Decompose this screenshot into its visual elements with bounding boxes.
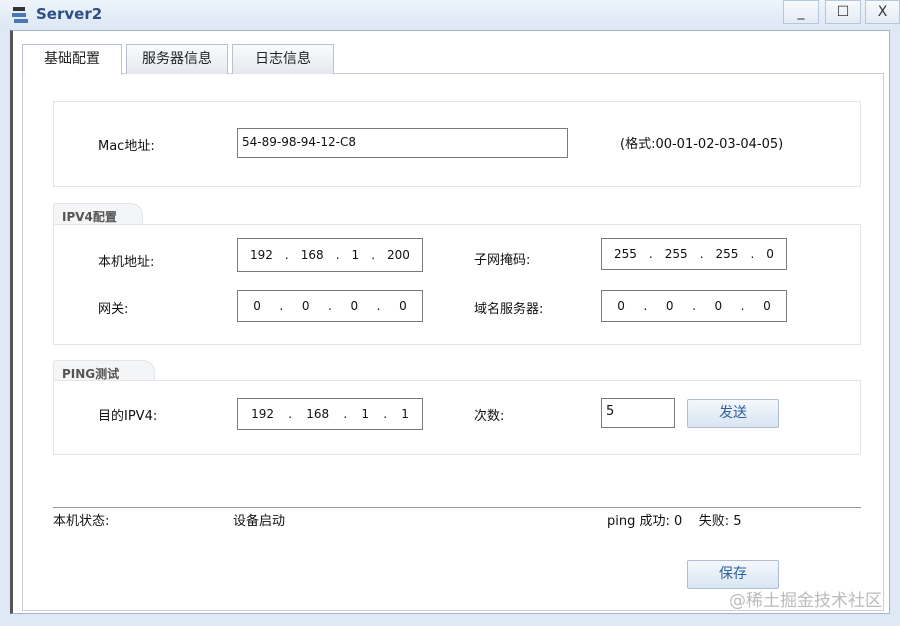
divider bbox=[53, 507, 861, 508]
target-ipv4-input[interactable]: 192. 168. 1. 1 bbox=[237, 398, 423, 430]
save-button[interactable]: 保存 bbox=[687, 560, 779, 589]
octet: 168 bbox=[300, 248, 324, 262]
octet: 255 bbox=[614, 247, 637, 261]
octet: 0 bbox=[766, 247, 774, 261]
octet: 1 bbox=[361, 407, 370, 421]
dot: . bbox=[284, 248, 289, 262]
tab-server-info[interactable]: 服务器信息 bbox=[126, 44, 228, 74]
octet: 168 bbox=[306, 407, 330, 421]
subnet-mask-input[interactable]: 255. 255. 255. 0 bbox=[601, 238, 787, 270]
minimize-button[interactable]: _ bbox=[783, 0, 819, 24]
octet: 0 bbox=[399, 299, 407, 313]
send-button[interactable]: 发送 bbox=[687, 399, 779, 428]
dot: . bbox=[288, 407, 293, 421]
mac-format-hint: (格式:00-01-02-03-04-05) bbox=[620, 137, 784, 152]
octet: 200 bbox=[387, 248, 410, 262]
octet: 0 bbox=[763, 299, 771, 313]
octet: 1 bbox=[401, 407, 409, 421]
octet: 0 bbox=[301, 299, 310, 313]
subnet-mask-label: 子网掩码: bbox=[474, 253, 531, 268]
dot: . bbox=[383, 407, 388, 421]
dot: . bbox=[750, 247, 755, 261]
octet: 192 bbox=[251, 407, 274, 421]
count-label: 次数: bbox=[474, 409, 505, 424]
octet: 0 bbox=[665, 299, 674, 313]
host-address-label: 本机地址: bbox=[98, 255, 155, 270]
gateway-input[interactable]: 0. 0. 0. 0 bbox=[237, 290, 423, 322]
tab-log-info[interactable]: 日志信息 bbox=[232, 44, 334, 74]
title-bar bbox=[0, 0, 900, 30]
dot: . bbox=[279, 299, 284, 313]
maximize-button[interactable]: ☐ bbox=[825, 0, 861, 24]
mac-label: Mac地址: bbox=[98, 139, 155, 154]
dot: . bbox=[343, 407, 348, 421]
ipv4-section-title: IPV4配置 bbox=[53, 203, 143, 225]
target-ipv4-label: 目的IPV4: bbox=[98, 409, 158, 424]
octet: 192 bbox=[250, 248, 273, 262]
dns-label: 域名服务器: bbox=[474, 302, 544, 317]
dot: . bbox=[643, 299, 648, 313]
tab-basic-config[interactable]: 基础配置 bbox=[22, 44, 122, 75]
host-address-input[interactable]: 192. 168. 1. 200 bbox=[237, 238, 423, 272]
count-input[interactable]: 5 bbox=[601, 398, 675, 428]
window-title: Server2 bbox=[36, 5, 103, 23]
octet: 0 bbox=[350, 299, 359, 313]
status-value: 设备启动 bbox=[233, 514, 286, 529]
mac-input[interactable]: 54-89-98-94-12-C8 bbox=[237, 128, 568, 158]
dns-input[interactable]: 0. 0. 0. 0 bbox=[601, 290, 787, 322]
dot: . bbox=[692, 299, 696, 313]
dot: . bbox=[335, 248, 340, 262]
octet: 255 bbox=[664, 247, 688, 261]
status-label: 本机状态: bbox=[53, 514, 110, 529]
watermark: @稀土掘金技术社区 bbox=[729, 591, 882, 611]
dot: . bbox=[376, 299, 381, 313]
octet: 255 bbox=[715, 247, 739, 261]
close-button[interactable]: X bbox=[865, 0, 900, 24]
dot: . bbox=[699, 247, 704, 261]
octet: 0 bbox=[253, 299, 261, 313]
octet: 0 bbox=[617, 299, 625, 313]
server-icon bbox=[10, 5, 30, 25]
octet: 0 bbox=[714, 299, 723, 313]
ping-result: ping 成功: 0 失败: 5 bbox=[607, 514, 742, 529]
dot: . bbox=[740, 299, 745, 313]
gateway-label: 网关: bbox=[98, 302, 129, 317]
dot: . bbox=[371, 248, 376, 262]
ping-section-title: PING测试 bbox=[53, 360, 155, 382]
dot: . bbox=[328, 299, 332, 313]
dot: . bbox=[648, 247, 653, 261]
octet: 1 bbox=[351, 248, 360, 262]
